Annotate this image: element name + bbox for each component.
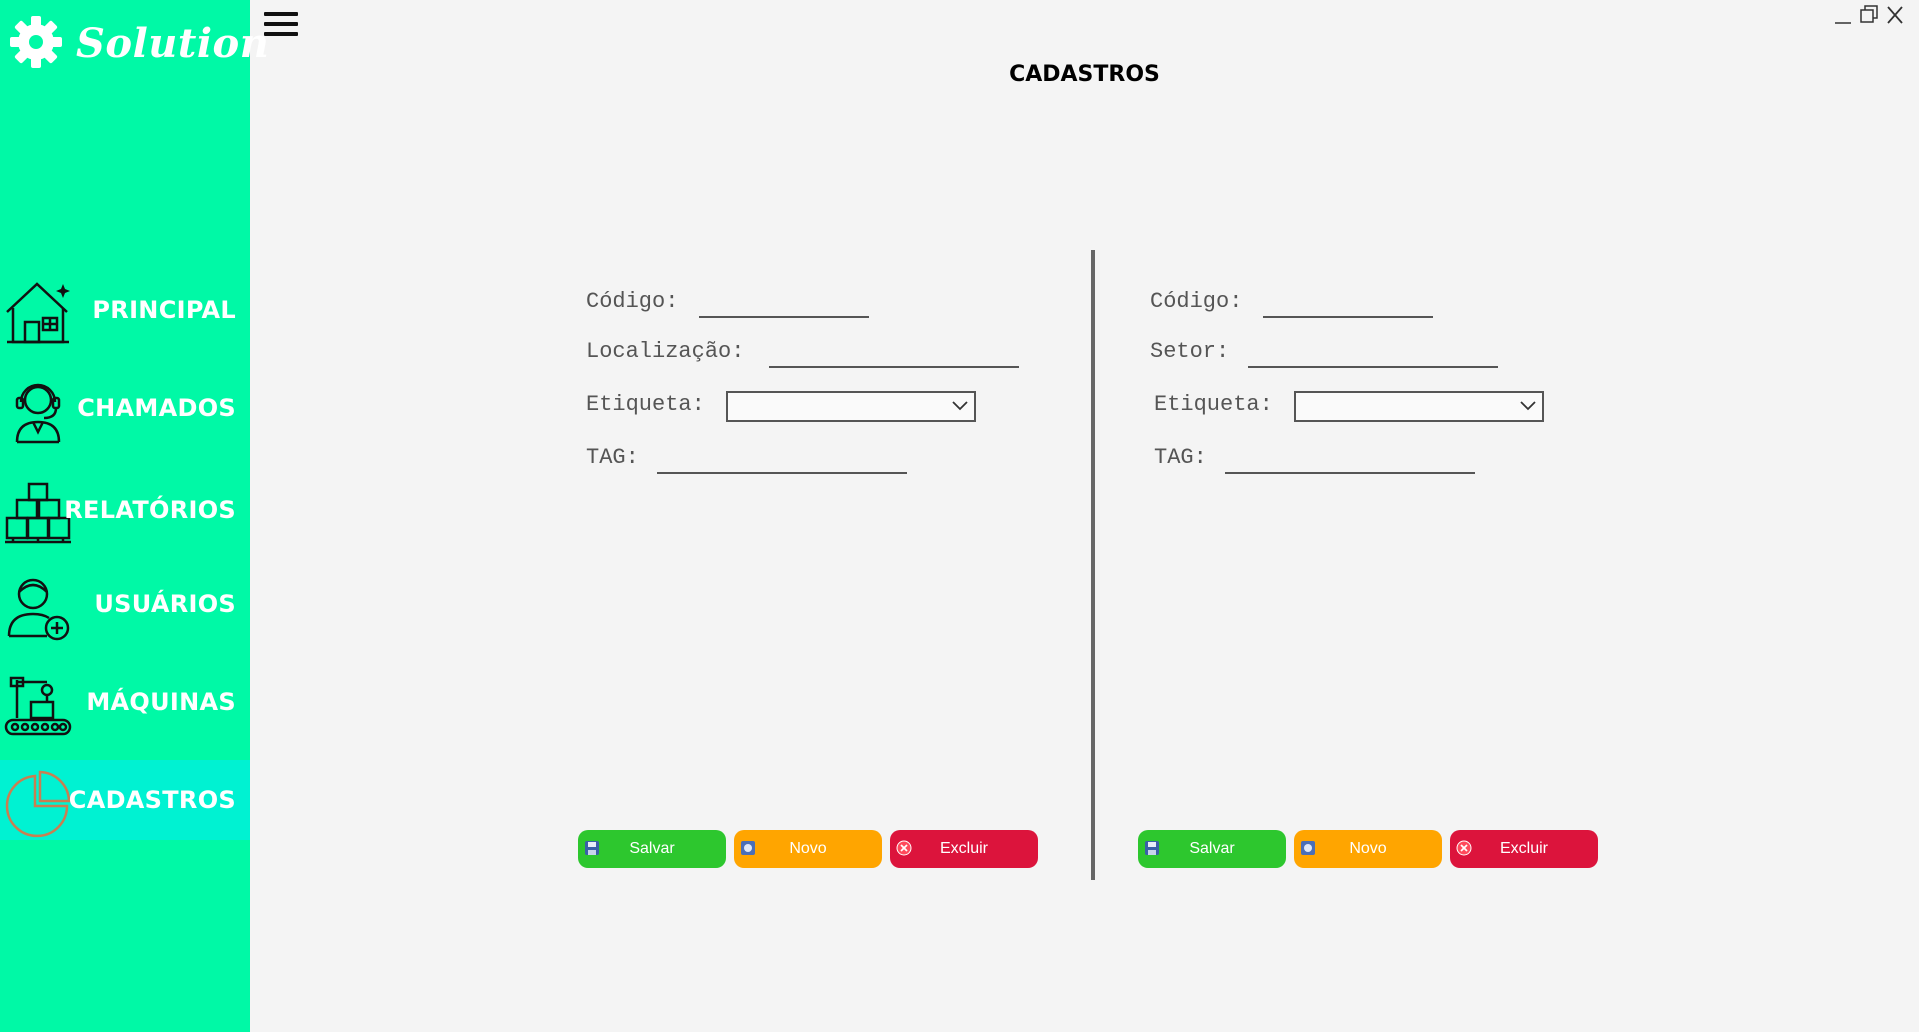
sidebar-item-cadastros[interactable]: CADASTROS <box>0 760 250 840</box>
codigo-label: Código: <box>1150 289 1243 314</box>
tag-label: TAG: <box>586 445 639 470</box>
vertical-divider <box>1091 250 1095 880</box>
restore-icon <box>1860 5 1878 23</box>
save-button[interactable]: Salvar <box>578 830 726 868</box>
save-button[interactable]: Salvar <box>1138 830 1286 868</box>
new-button[interactable]: Novo <box>734 830 882 868</box>
sidebar-item-label: PRINCIPAL <box>92 296 236 324</box>
etiqueta-label: Etiqueta: <box>1154 392 1273 417</box>
delete-button[interactable]: Excluir <box>890 830 1038 868</box>
new-button[interactable]: Novo <box>1294 830 1442 868</box>
sidebar-item-label: MÁQUINAS <box>86 688 236 716</box>
sidebar-item-usuarios[interactable]: USUÁRIOS <box>0 564 250 644</box>
sidebar: Solution PRINCIPAL CHAMADOS RELATÓRIOS U… <box>0 0 269 1032</box>
etiqueta-label: Etiqueta: <box>586 392 705 417</box>
window-controls <box>1827 4 1907 28</box>
close-window-button[interactable] <box>1885 4 1905 26</box>
localizacao-input[interactable] <box>769 365 1019 368</box>
new-button-label: Novo <box>789 840 827 857</box>
sidebar-item-label: CHAMADOS <box>77 394 236 422</box>
setor-input[interactable] <box>1248 365 1498 368</box>
save-button-label: Salvar <box>629 840 675 857</box>
delete-button[interactable]: Excluir <box>1450 830 1598 868</box>
setor-label: Setor: <box>1150 339 1230 364</box>
tag-input[interactable] <box>1225 471 1475 474</box>
menu-bar <box>264 12 298 16</box>
boxes-icon <box>5 482 71 544</box>
delete-button-label: Excluir <box>939 840 988 857</box>
etiqueta-select[interactable] <box>1294 391 1544 422</box>
sidebar-item-label: CADASTROS <box>68 786 236 814</box>
etiqueta-select[interactable] <box>726 391 976 422</box>
menu-bar <box>264 32 298 36</box>
sidebar-item-principal[interactable]: PRINCIPAL <box>0 270 250 350</box>
chevron-down-icon <box>1520 401 1536 411</box>
gear-icon <box>10 16 62 68</box>
minimize-button[interactable] <box>1833 4 1853 26</box>
restore-button[interactable] <box>1859 4 1879 26</box>
tag-input[interactable] <box>657 471 907 474</box>
page-title: CADASTROS <box>1009 62 1160 87</box>
logo-text: Solution <box>76 20 270 67</box>
sidebar-item-relatorios[interactable]: RELATÓRIOS <box>0 470 250 550</box>
sidebar-item-chamados[interactable]: CHAMADOS <box>0 368 250 448</box>
sidebar-item-label: RELATÓRIOS <box>64 496 236 524</box>
new-button-label: Novo <box>1349 840 1387 857</box>
save-button-label: Salvar <box>1189 840 1235 857</box>
codigo-label: Código: <box>586 289 679 314</box>
app-logo: Solution <box>8 12 269 76</box>
codigo-input[interactable] <box>699 315 869 318</box>
hamburger-menu-button[interactable] <box>264 12 298 40</box>
minimize-icon <box>1835 22 1851 24</box>
localizacao-label: Localização: <box>586 339 745 364</box>
support-agent-icon <box>15 383 61 444</box>
delete-button-label: Excluir <box>1499 840 1548 857</box>
chevron-down-icon <box>952 401 968 411</box>
house-icon <box>6 282 70 344</box>
close-icon <box>1887 6 1903 24</box>
sidebar-item-label: USUÁRIOS <box>94 590 236 618</box>
tag-label: TAG: <box>1154 445 1207 470</box>
codigo-input[interactable] <box>1263 315 1433 318</box>
add-user-icon <box>7 578 70 641</box>
conveyor-robot-icon <box>4 676 72 736</box>
pie-chart-icon <box>5 770 71 838</box>
menu-bar <box>264 22 298 26</box>
sidebar-item-maquinas[interactable]: MÁQUINAS <box>0 662 250 742</box>
